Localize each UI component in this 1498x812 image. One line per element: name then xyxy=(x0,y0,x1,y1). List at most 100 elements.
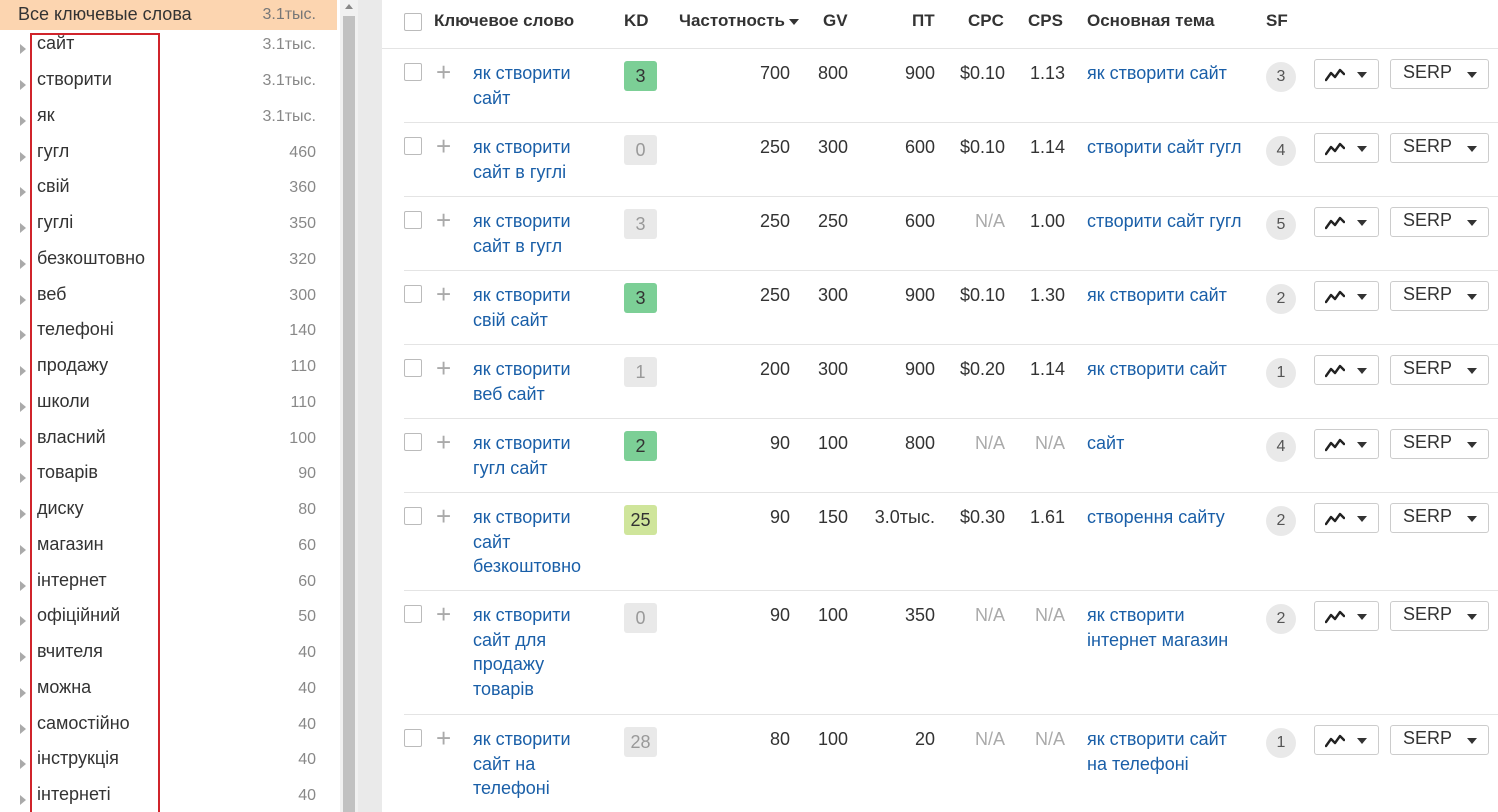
keyword-link[interactable]: як створити свій сайт xyxy=(473,283,598,332)
header-cps[interactable]: CPS xyxy=(1028,11,1063,31)
expand-arrow-icon[interactable] xyxy=(20,259,26,269)
parent-topic-link[interactable]: як створити сайт xyxy=(1087,61,1247,86)
add-to-list-icon[interactable]: + xyxy=(436,207,451,233)
scrollbar-thumb[interactable] xyxy=(343,16,355,812)
all-keywords-item[interactable]: Все ключевые слова 3.1тыс. xyxy=(0,0,337,30)
header-cpc[interactable]: CPC xyxy=(968,11,1004,31)
serp-dropdown-button[interactable]: SERP xyxy=(1390,503,1489,533)
expand-arrow-icon[interactable] xyxy=(20,366,26,376)
header-tp[interactable]: ПТ xyxy=(912,11,935,31)
cps-value: N/A xyxy=(1034,605,1065,625)
expand-arrow-icon[interactable] xyxy=(20,187,26,197)
expand-arrow-icon[interactable] xyxy=(20,795,26,805)
serp-dropdown-button[interactable]: SERP xyxy=(1390,601,1489,631)
row-checkbox[interactable] xyxy=(404,433,422,451)
serp-features-count[interactable]: 1 xyxy=(1266,728,1296,758)
row-checkbox[interactable] xyxy=(404,63,422,81)
parent-topic-link[interactable]: як створити сайт на телефоні xyxy=(1087,727,1247,776)
expand-arrow-icon[interactable] xyxy=(20,545,26,555)
parent-topic-link[interactable]: як створити сайт xyxy=(1087,357,1247,382)
trend-dropdown-button[interactable] xyxy=(1314,429,1379,459)
serp-features-count[interactable]: 4 xyxy=(1266,432,1296,462)
serp-features-count[interactable]: 2 xyxy=(1266,284,1296,314)
add-to-list-icon[interactable]: + xyxy=(436,133,451,159)
keyword-link[interactable]: як створити сайт для продажу товарів xyxy=(473,603,598,701)
sidebar-scrollbar[interactable] xyxy=(340,0,358,812)
parent-topic-link[interactable]: створити сайт гугл xyxy=(1087,135,1247,160)
serp-features-count[interactable]: 1 xyxy=(1266,358,1296,388)
add-to-list-icon[interactable]: + xyxy=(436,429,451,455)
keyword-link[interactable]: як створити гугл сайт xyxy=(473,431,598,480)
serp-features-count[interactable]: 2 xyxy=(1266,506,1296,536)
expand-arrow-icon[interactable] xyxy=(20,759,26,769)
expand-arrow-icon[interactable] xyxy=(20,44,26,54)
trend-dropdown-button[interactable] xyxy=(1314,59,1379,89)
row-checkbox[interactable] xyxy=(404,285,422,303)
add-to-list-icon[interactable]: + xyxy=(436,725,451,751)
row-checkbox[interactable] xyxy=(404,359,422,377)
keyword-link[interactable]: як створити сайт в гугл xyxy=(473,209,598,258)
trend-dropdown-button[interactable] xyxy=(1314,133,1379,163)
add-to-list-icon[interactable]: + xyxy=(436,281,451,307)
row-checkbox[interactable] xyxy=(404,507,422,525)
row-checkbox[interactable] xyxy=(404,605,422,623)
expand-arrow-icon[interactable] xyxy=(20,616,26,626)
header-keyword[interactable]: Ключевое слово xyxy=(434,11,574,31)
row-checkbox[interactable] xyxy=(404,729,422,747)
expand-arrow-icon[interactable] xyxy=(20,152,26,162)
serp-dropdown-button[interactable]: SERP xyxy=(1390,725,1489,755)
parent-topic-link[interactable]: як створити сайт xyxy=(1087,283,1247,308)
keyword-link[interactable]: як створити сайт безкоштовно xyxy=(473,505,598,579)
expand-arrow-icon[interactable] xyxy=(20,724,26,734)
scroll-up-arrow-icon[interactable] xyxy=(345,4,353,9)
trend-dropdown-button[interactable] xyxy=(1314,725,1379,755)
trend-dropdown-button[interactable] xyxy=(1314,281,1379,311)
trend-dropdown-button[interactable] xyxy=(1314,207,1379,237)
header-gv[interactable]: GV xyxy=(823,11,848,31)
trend-dropdown-button[interactable] xyxy=(1314,503,1379,533)
serp-dropdown-button[interactable]: SERP xyxy=(1390,281,1489,311)
serp-features-count[interactable]: 5 xyxy=(1266,210,1296,240)
parent-topic-link[interactable]: як створити інтернет магазин xyxy=(1087,603,1247,652)
header-topic[interactable]: Основная тема xyxy=(1087,11,1215,31)
expand-arrow-icon[interactable] xyxy=(20,402,26,412)
expand-arrow-icon[interactable] xyxy=(20,295,26,305)
parent-topic-link[interactable]: сайт xyxy=(1087,431,1247,456)
add-to-list-icon[interactable]: + xyxy=(436,59,451,85)
expand-arrow-icon[interactable] xyxy=(20,473,26,483)
add-to-list-icon[interactable]: + xyxy=(436,503,451,529)
expand-arrow-icon[interactable] xyxy=(20,80,26,90)
expand-arrow-icon[interactable] xyxy=(20,652,26,662)
select-all-checkbox[interactable] xyxy=(404,13,422,31)
expand-arrow-icon[interactable] xyxy=(20,116,26,126)
serp-features-count[interactable]: 3 xyxy=(1266,62,1296,92)
expand-arrow-icon[interactable] xyxy=(20,223,26,233)
expand-arrow-icon[interactable] xyxy=(20,581,26,591)
serp-dropdown-button[interactable]: SERP xyxy=(1390,355,1489,385)
row-checkbox[interactable] xyxy=(404,137,422,155)
serp-dropdown-button[interactable]: SERP xyxy=(1390,59,1489,89)
trend-dropdown-button[interactable] xyxy=(1314,355,1379,385)
serp-dropdown-button[interactable]: SERP xyxy=(1390,133,1489,163)
expand-arrow-icon[interactable] xyxy=(20,688,26,698)
serp-features-count[interactable]: 2 xyxy=(1266,604,1296,634)
expand-arrow-icon[interactable] xyxy=(20,509,26,519)
serp-dropdown-button[interactable]: SERP xyxy=(1390,207,1489,237)
row-checkbox[interactable] xyxy=(404,211,422,229)
header-sf[interactable]: SF xyxy=(1266,11,1288,31)
keyword-link[interactable]: як створити сайт на телефоні xyxy=(473,727,598,801)
trend-dropdown-button[interactable] xyxy=(1314,601,1379,631)
header-frequency[interactable]: Частотность xyxy=(679,11,799,31)
keyword-link[interactable]: як створити веб сайт xyxy=(473,357,598,406)
add-to-list-icon[interactable]: + xyxy=(436,355,451,381)
expand-arrow-icon[interactable] xyxy=(20,330,26,340)
add-to-list-icon[interactable]: + xyxy=(436,601,451,627)
serp-features-count[interactable]: 4 xyxy=(1266,136,1296,166)
expand-arrow-icon[interactable] xyxy=(20,438,26,448)
serp-dropdown-button[interactable]: SERP xyxy=(1390,429,1489,459)
header-kd[interactable]: KD xyxy=(624,11,649,31)
parent-topic-link[interactable]: створити сайт гугл xyxy=(1087,209,1247,234)
keyword-link[interactable]: як створити сайт в гуглі xyxy=(473,135,598,184)
parent-topic-link[interactable]: створення сайту xyxy=(1087,505,1247,530)
keyword-link[interactable]: як створити сайт xyxy=(473,61,598,110)
